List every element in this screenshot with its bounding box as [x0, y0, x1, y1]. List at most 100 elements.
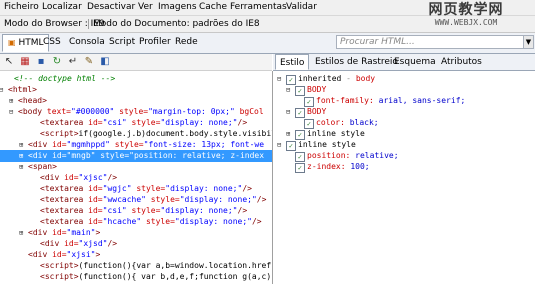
html-token: bgCol: [239, 107, 264, 116]
menu-localizar[interactable]: Localizar: [42, 2, 82, 12]
html-token: <div: [28, 140, 53, 149]
collapse-icon[interactable]: ⊟: [286, 106, 295, 118]
html-token: id=: [88, 118, 103, 127]
style-token: position:: [307, 151, 356, 160]
tab-esquema[interactable]: Esquema: [394, 57, 436, 67]
html-token: style=: [114, 140, 144, 149]
html-token: style=: [100, 151, 130, 160]
style-token: inline style: [307, 129, 365, 138]
html-token: <textarea: [40, 206, 89, 215]
html-token: <div: [40, 239, 65, 248]
collapse-icon[interactable]: ⊟: [277, 139, 286, 151]
html-token: <script>: [40, 272, 79, 281]
html-token: <head>: [18, 96, 47, 105]
html-token: "csi": [102, 206, 132, 215]
menu-cache[interactable]: Cache: [199, 2, 227, 12]
collapse-icon[interactable]: ⊟: [277, 73, 286, 85]
html-token: />: [107, 173, 118, 182]
tab-atributos[interactable]: Atributos: [441, 57, 482, 67]
html-toolbar: ↖ ▦ ▪ ↻ ↵ ✎ ◧: [0, 54, 272, 71]
menu-imagens[interactable]: Imagens: [158, 2, 197, 12]
style-token: BODY: [307, 85, 327, 94]
html-token: <script>: [40, 129, 79, 138]
style-rule-row[interactable]: ✓ z-index: 100;: [286, 161, 370, 173]
watermark-logo: 网页教学网 WWW.WEBJX.COM: [400, 2, 532, 36]
tab-estilos-de-rastreio[interactable]: Estilos de Rastreio: [315, 57, 398, 67]
html-token: <script>: [40, 261, 79, 270]
menu-ferramentas[interactable]: Ferramentas: [230, 2, 287, 12]
clear-outline-icon[interactable]: ▦: [19, 56, 31, 68]
html-token: "display: none;": [174, 217, 252, 226]
edit-icon[interactable]: ✎: [83, 56, 95, 68]
style-token: inherited: [298, 74, 347, 83]
html-token: "margin-top: 0px;": [148, 107, 240, 116]
html-token: (function(){ var b,d,e,f;function g(a,c)…: [78, 272, 273, 281]
html-token: id=: [88, 195, 103, 204]
html-token: id=: [88, 217, 103, 226]
search-placeholder: Procurar HTML...: [340, 37, 415, 47]
html-token: "position: relative; z-index: [129, 151, 265, 160]
html-token: <textarea: [40, 217, 89, 226]
html-token: id=: [88, 206, 103, 215]
html-tree-row[interactable]: <script>(function(){ var b,d,e,f;functio…: [0, 271, 272, 283]
html-token: />: [242, 184, 252, 193]
html-token: "xjsi": [66, 250, 96, 259]
tab-estilo[interactable]: Estilo: [275, 54, 310, 70]
html-token: >: [95, 250, 101, 259]
html-token: <html>: [8, 85, 37, 94]
html-token: "csi": [102, 118, 132, 127]
html-token: id=: [52, 140, 67, 149]
dom-view-icon[interactable]: ◧: [99, 56, 111, 68]
html-token: "mngb": [66, 151, 101, 160]
tab-rede[interactable]: Rede: [175, 37, 198, 47]
html-token: style=: [150, 195, 180, 204]
html-token: <span>: [28, 162, 57, 171]
html-token: "display: none;": [179, 195, 257, 204]
html-token: />: [256, 195, 267, 204]
style-token: inline style: [298, 140, 356, 149]
style-token: BODY: [307, 107, 327, 116]
html-token: id=: [52, 151, 67, 160]
menu-desactivar[interactable]: Desactivar: [87, 2, 135, 12]
watermark-title: 网页教学网: [428, 2, 504, 18]
tab-html-label: HTML: [18, 38, 44, 48]
html-token: id=: [52, 250, 67, 259]
collapse-icon[interactable]: ⊟: [286, 84, 295, 96]
style-token: black;: [349, 118, 379, 127]
select-element-icon[interactable]: ↖: [3, 56, 15, 68]
refresh-icon[interactable]: ↻: [51, 56, 63, 68]
search-html-input[interactable]: Procurar HTML...: [336, 35, 524, 49]
html-token: <div: [28, 151, 53, 160]
save-icon[interactable]: ▪: [35, 56, 47, 68]
tab-script[interactable]: Script: [109, 37, 135, 47]
html-token: "display: none;": [160, 118, 238, 127]
word-wrap-icon[interactable]: ↵: [67, 56, 79, 68]
html-token: <div: [28, 250, 53, 259]
html-token: "#000000": [71, 107, 120, 116]
menu-ficheiro[interactable]: Ficheiro: [4, 2, 39, 12]
tab-profiler[interactable]: Profiler: [139, 37, 171, 47]
html-token: <!-- doctype html -->: [14, 74, 116, 83]
tab-consola[interactable]: Consola: [69, 37, 105, 47]
html-token: style=: [131, 118, 161, 127]
menu-validar[interactable]: Validar: [286, 2, 317, 12]
search-dropdown-icon[interactable]: ▼: [523, 35, 534, 49]
html-token: "font-size: 13px; font-we: [143, 140, 265, 149]
style-token: arial, sans-serif;: [378, 96, 466, 105]
document-mode-selector[interactable]: Modo do Documento: padrões do IE8: [93, 19, 260, 29]
html-token: "main": [66, 228, 96, 237]
html-token: <div: [40, 173, 65, 182]
html-token: (function(){var a,b=window.location.href…: [78, 261, 273, 270]
html-token: <textarea: [40, 195, 89, 204]
html-token: <body: [18, 107, 47, 116]
html-tree-pane: <!-- doctype html -->⊟<html>⊞<head>⊟<bod…: [0, 71, 273, 284]
html-token: "mgmhppd": [66, 140, 115, 149]
rule-checkbox[interactable]: ✓: [295, 163, 305, 173]
tab-css[interactable]: CSS: [43, 37, 61, 47]
html-node-text: <script>(function(){ var b,d,e,f;functio…: [40, 271, 273, 283]
html-token: "display: none;": [160, 206, 238, 215]
menu-ver[interactable]: Ver: [138, 2, 153, 12]
watermark-url: WWW.WEBJX.COM: [434, 18, 498, 27]
style-token: color:: [316, 118, 350, 127]
browser-mode-selector[interactable]: Modo do Browser : IE9: [4, 19, 105, 29]
